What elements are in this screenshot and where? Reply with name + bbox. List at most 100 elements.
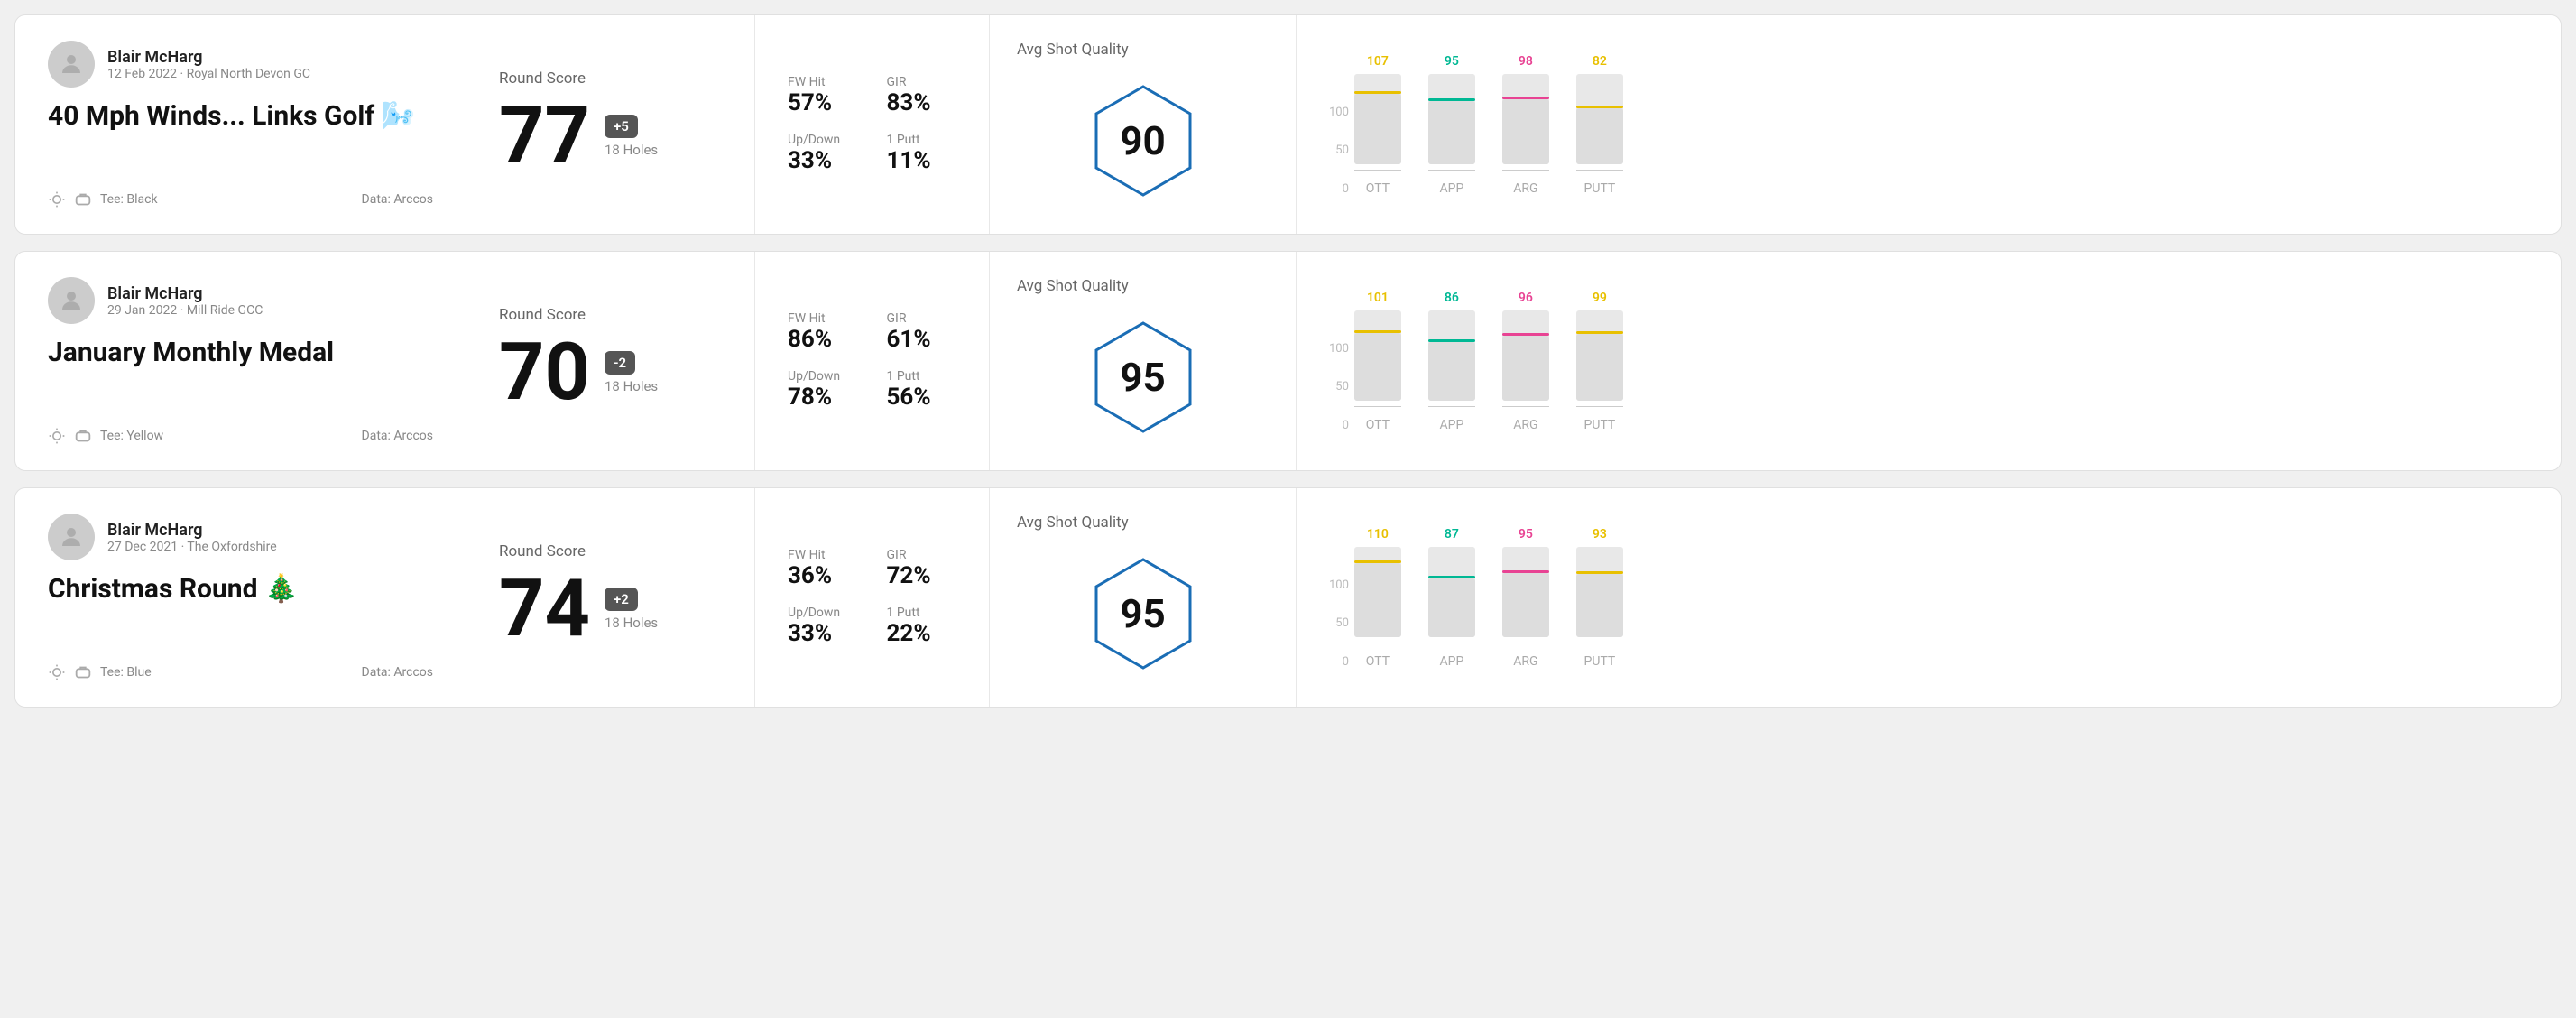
updown-stat: Up/Down 78%	[788, 369, 858, 411]
hexagon: 95	[1085, 310, 1202, 445]
round-card-round1: Blair McHarg 12 Feb 2022 · Royal North D…	[14, 14, 2562, 235]
card-stats-round1: FW Hit 57% GIR 83% Up/Down 33% 1 Putt 11…	[755, 15, 990, 234]
user-date: 12 Feb 2022 · Royal North Devon GC	[107, 67, 310, 81]
one-putt-value: 11%	[887, 147, 957, 174]
tee-label: Tee: Blue	[100, 665, 152, 680]
fw-hit-label: FW Hit	[788, 548, 858, 562]
card-score-round2: Round Score 70 -2 18 Holes	[466, 252, 755, 470]
quality-label: Avg Shot Quality	[1017, 41, 1129, 59]
bar-label: APP	[1440, 654, 1464, 669]
updown-stat: Up/Down 33%	[788, 133, 858, 174]
one-putt-stat: 1 Putt 56%	[887, 369, 957, 411]
user-name: Blair McHarg	[107, 521, 277, 540]
bar-top-value: 98	[1519, 54, 1533, 69]
bar-top-value: 110	[1367, 527, 1389, 541]
card-left-round3: Blair McHarg 27 Dec 2021 · The Oxfordshi…	[15, 488, 466, 707]
user-info: Blair McHarg 27 Dec 2021 · The Oxfordshi…	[48, 514, 433, 560]
y-100: 100	[1329, 106, 1349, 119]
card-quality-round2: Avg Shot Quality 95	[990, 252, 1297, 470]
round-score-label: Round Score	[499, 542, 722, 560]
bar-top-value: 101	[1367, 291, 1389, 305]
y-100: 100	[1329, 578, 1349, 592]
card-stats-round3: FW Hit 36% GIR 72% Up/Down 33% 1 Putt 22…	[755, 488, 990, 707]
bar-top-value: 95	[1445, 54, 1459, 69]
bar-top-value: 86	[1445, 291, 1459, 305]
weather-icon	[48, 190, 66, 208]
bar-label: APP	[1440, 418, 1464, 432]
weather-icon	[48, 663, 66, 681]
chart-col-arg: 96 ARG	[1502, 291, 1549, 432]
one-putt-value: 22%	[887, 620, 957, 647]
updown-stat: Up/Down 33%	[788, 606, 858, 647]
score-row: 77 +5 18 Holes	[499, 97, 722, 176]
holes-label: 18 Holes	[605, 378, 658, 394]
big-score: 74	[499, 569, 590, 649]
y-50: 50	[1335, 143, 1349, 157]
updown-value: 78%	[788, 384, 858, 411]
bar-top-value: 107	[1367, 54, 1389, 69]
fw-hit-value: 57%	[788, 89, 858, 116]
bar-top-value: 87	[1445, 527, 1459, 541]
one-putt-label: 1 Putt	[887, 133, 957, 147]
fw-hit-label: FW Hit	[788, 311, 858, 326]
round-card-round2: Blair McHarg 29 Jan 2022 · Mill Ride GCC…	[14, 251, 2562, 471]
fw-hit-value: 86%	[788, 326, 858, 353]
round-score-label: Round Score	[499, 306, 722, 324]
y-50: 50	[1335, 616, 1349, 630]
chart-col-ott: 101OTT	[1354, 291, 1401, 432]
data-source: Data: Arccos	[362, 429, 433, 443]
tee-label: Tee: Black	[100, 192, 158, 207]
round-card-round3: Blair McHarg 27 Dec 2021 · The Oxfordshi…	[14, 487, 2562, 708]
score-row: 74 +2 18 Holes	[499, 569, 722, 649]
big-score: 70	[499, 333, 590, 412]
data-source: Data: Arccos	[362, 665, 433, 680]
avatar	[48, 41, 95, 88]
stats-grid: FW Hit 36% GIR 72% Up/Down 33% 1 Putt 22…	[788, 548, 956, 647]
card-score-round1: Round Score 77 +5 18 Holes	[466, 15, 755, 234]
bar-label: PUTT	[1584, 654, 1616, 669]
golf-bag-icon	[73, 665, 93, 680]
user-name: Blair McHarg	[107, 48, 310, 67]
y-0: 0	[1343, 655, 1349, 669]
bar-top-value: 93	[1593, 527, 1607, 541]
updown-label: Up/Down	[788, 369, 858, 384]
user-date: 27 Dec 2021 · The Oxfordshire	[107, 540, 277, 554]
golf-bag-icon	[73, 192, 93, 207]
hex-score: 90	[1120, 117, 1166, 164]
card-footer: Tee: Yellow Data: Arccos	[48, 427, 433, 445]
gir-value: 83%	[887, 89, 957, 116]
card-quality-round1: Avg Shot Quality 90	[990, 15, 1297, 234]
user-name: Blair McHarg	[107, 284, 263, 303]
gir-label: GIR	[887, 548, 957, 562]
stats-grid: FW Hit 86% GIR 61% Up/Down 78% 1 Putt 56…	[788, 311, 956, 411]
round-title: January Monthly Medal	[48, 337, 433, 368]
y-0: 0	[1343, 419, 1349, 432]
fw-hit-value: 36%	[788, 562, 858, 589]
chart-col-arg: 98ARG	[1502, 54, 1549, 196]
chart-col-ott: 107 OTT	[1354, 54, 1401, 196]
y-50: 50	[1335, 380, 1349, 393]
quality-label: Avg Shot Quality	[1017, 277, 1129, 295]
card-chart-round3: 100 50 0 110OTT87APP95ARG93PUTT	[1297, 488, 2561, 707]
bar-top-value: 96	[1519, 291, 1533, 305]
chart-col-putt: 93 PUTT	[1576, 527, 1623, 669]
golf-bag-icon	[73, 429, 93, 443]
score-badge: +2	[605, 588, 638, 611]
bar-label: OTT	[1366, 181, 1390, 196]
big-score: 77	[499, 97, 590, 176]
fw-hit-stat: FW Hit 36%	[788, 548, 858, 589]
round-title: 40 Mph Winds... Links Golf 🌬️	[48, 100, 433, 132]
card-chart-round2: 100 50 0 101OTT86APP96ARG99PUTT	[1297, 252, 2561, 470]
chart-col-putt: 82PUTT	[1576, 54, 1623, 196]
card-footer: Tee: Black Data: Arccos	[48, 190, 433, 208]
gir-value: 61%	[887, 326, 957, 353]
updown-value: 33%	[788, 620, 858, 647]
chart-col-app: 95APP	[1428, 54, 1475, 196]
score-row: 70 -2 18 Holes	[499, 333, 722, 412]
data-source: Data: Arccos	[362, 192, 433, 207]
updown-value: 33%	[788, 147, 858, 174]
bar-label: ARG	[1513, 418, 1537, 432]
user-date: 29 Jan 2022 · Mill Ride GCC	[107, 303, 263, 318]
chart-col-ott: 110OTT	[1354, 527, 1401, 669]
gir-stat: GIR 83%	[887, 75, 957, 116]
